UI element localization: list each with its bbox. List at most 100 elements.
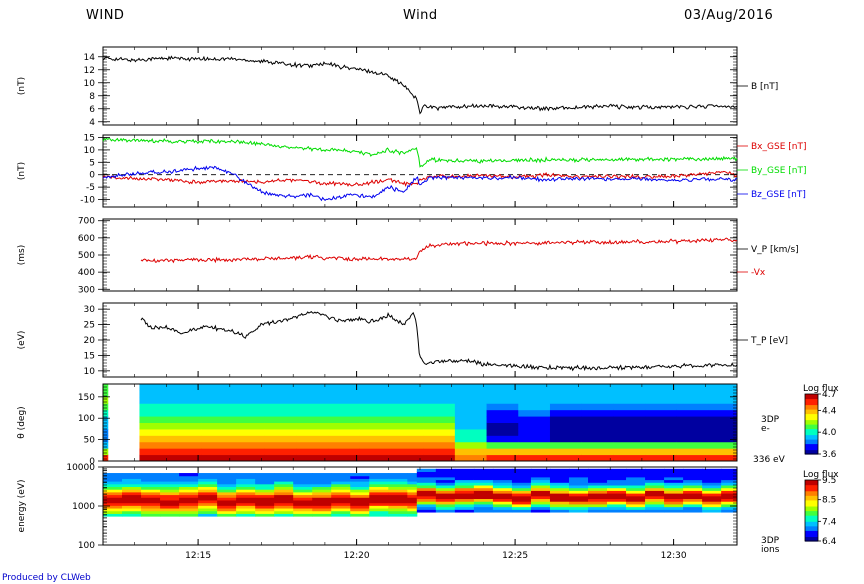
spectrogram-cell <box>613 448 646 456</box>
spectrogram-cell <box>645 441 678 449</box>
spectrogram-cell <box>581 390 614 398</box>
spectrogram-cell <box>201 403 234 411</box>
spectrogram-cell <box>350 473 370 477</box>
series-line-bz-gse-nt- <box>102 165 738 202</box>
spectrogram-cell <box>423 441 456 449</box>
spectrogram-cell <box>359 422 392 430</box>
y-tick-label: 12 <box>84 66 95 76</box>
spectrogram-cell <box>486 384 519 391</box>
legend-label: By_GSE [nT] <box>751 166 806 176</box>
spectrogram-cell <box>201 396 234 404</box>
spectrogram-cell <box>169 454 202 462</box>
spectrogram-cell <box>549 454 583 462</box>
spectrogram-cell <box>232 409 266 417</box>
spectrogram-cell <box>676 409 709 417</box>
spectrogram-cell <box>645 454 678 462</box>
spectrogram-cell <box>103 448 109 456</box>
y-tick-label: 4 <box>89 118 95 128</box>
spectrogram-cell <box>645 416 678 423</box>
spectrogram-cell <box>454 409 488 417</box>
spectrogram-cell <box>581 428 614 436</box>
spectrogram-cell <box>581 422 614 430</box>
spectrogram-cell <box>676 416 709 423</box>
series-line-by-gse-nt- <box>102 137 738 168</box>
spectrogram-cell <box>581 448 614 456</box>
spectrogram-cell <box>549 428 583 436</box>
spectrogram-cell <box>274 473 294 477</box>
colorbar-tick-label: 6.4 <box>822 537 837 547</box>
spectrogram-cell <box>139 428 171 436</box>
spectrogram-cell <box>232 390 266 398</box>
time-tick-label: 12:25 <box>502 551 528 561</box>
spectrogram-cell <box>645 422 678 430</box>
time-tick-label: 12:20 <box>344 551 370 561</box>
spectrogram-cell <box>423 448 456 456</box>
spectrogram-cell <box>169 428 202 436</box>
spectrogram-cell <box>676 396 709 404</box>
spectrogram-cell <box>217 473 237 477</box>
spectrogram-cell <box>645 448 678 456</box>
spectrogram-cell <box>296 428 329 436</box>
spectrogram-cell <box>169 441 202 449</box>
spectrogram-cell <box>721 468 738 472</box>
spectrogram-cell <box>139 390 171 398</box>
spectrogram-cell <box>296 409 329 417</box>
y-axis-label-1: (nT) <box>17 162 27 180</box>
spectrogram-cell <box>613 454 646 462</box>
spectrogram-cell <box>359 384 392 391</box>
spectrogram-cell <box>391 384 424 391</box>
spectrogram-cell <box>296 416 329 423</box>
y-tick-label: 300 <box>78 285 95 295</box>
spectrogram-cell <box>613 428 646 436</box>
spectrogram-cell <box>454 448 488 456</box>
spectrogram-cell <box>645 390 678 398</box>
spectrogram-cell <box>454 428 488 436</box>
spectrogram-cell <box>198 473 218 477</box>
colorbar-tick-label: 3.6 <box>822 450 837 460</box>
legend-label: T_P [eV] <box>750 336 788 346</box>
spectrogram-cell <box>423 454 456 462</box>
spectrogram-cell <box>296 390 329 398</box>
spectrogram-cell <box>486 403 519 411</box>
spectrogram-cell <box>613 422 646 430</box>
stack-plot: 4 6 8 10 12 14 (nT) B [nT] -10 -5 0 5 10 15 (nT) Bx_GSE… <box>17 46 839 561</box>
y-tick-label: 14 <box>84 53 96 63</box>
spectrogram-cell <box>454 403 488 411</box>
spectrogram-cell <box>201 454 234 462</box>
spectrogram-cell <box>581 409 614 417</box>
spectrogram-cell <box>708 448 738 456</box>
spectrogram-cell <box>264 448 297 456</box>
y-tick-label: 15 <box>84 133 95 143</box>
spectrogram-cell <box>201 390 234 398</box>
spectrogram-cell <box>423 403 456 411</box>
spectrogram-cell <box>676 403 709 411</box>
spectrogram-cell <box>676 428 709 436</box>
y-tick-label: 100 <box>78 541 95 551</box>
spectrogram-cell <box>232 428 266 436</box>
series-line-b-nt- <box>102 55 738 115</box>
spectrogram-cell <box>232 403 266 411</box>
colorbar-tick-label: 4.0 <box>822 428 837 438</box>
y-tick-label: 400 <box>78 268 95 278</box>
spectrogram-cell <box>518 428 551 436</box>
spectrogram-cell <box>139 396 171 404</box>
spectrogram-cell <box>708 454 738 462</box>
y-tick-label: 700 <box>78 217 95 227</box>
spectrogram-cell <box>331 473 351 477</box>
spectrogram-cell <box>264 396 297 404</box>
spectrogram-cell <box>232 435 266 443</box>
spectrogram-cell <box>676 435 709 443</box>
spectrogram-cell <box>201 448 234 456</box>
spectrogram-cell <box>645 384 678 391</box>
spectrogram-cell <box>518 441 551 449</box>
spectrogram-cell <box>581 441 614 449</box>
spectrogram-cell <box>139 409 171 417</box>
y-axis-label-3: (eV) <box>17 331 27 350</box>
spectrogram-cell <box>296 422 329 430</box>
spectrogram-cell <box>549 409 583 417</box>
spectrogram-cell <box>328 454 361 462</box>
spectrogram-cell <box>103 454 109 462</box>
spectrogram-cell <box>359 441 392 449</box>
spectrogram-cell <box>454 441 488 449</box>
spectrogram-cell <box>645 435 678 443</box>
